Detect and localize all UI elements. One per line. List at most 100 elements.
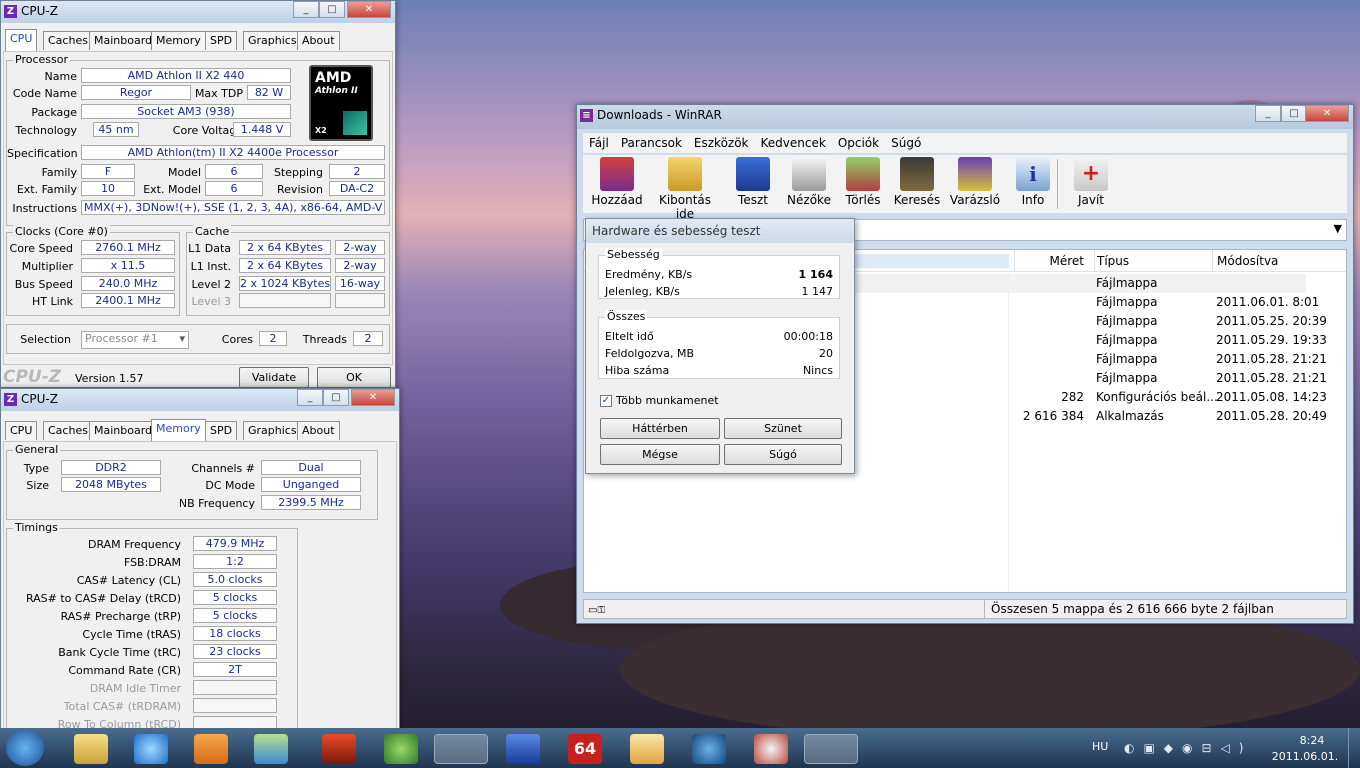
tool-test[interactable]: Teszt <box>725 155 781 207</box>
cancel-button[interactable]: Mégse <box>600 444 720 465</box>
maximize-button[interactable]: □ <box>323 389 349 406</box>
result-value: 1 164 <box>798 268 833 281</box>
pause-button[interactable]: Szünet <box>724 418 842 439</box>
revision-label: Revision <box>277 183 323 196</box>
level2-value: 2 x 1024 KBytes <box>239 276 331 291</box>
menu-help[interactable]: Súgó <box>891 133 921 153</box>
add-icon <box>600 157 634 191</box>
minimize-button[interactable]: _ <box>1255 105 1281 122</box>
tool-info[interactable]: i Info <box>1005 155 1061 207</box>
timing-value: 5 clocks <box>193 590 277 605</box>
tool-label: Nézőke <box>787 193 831 207</box>
window-title: Downloads - WinRAR <box>597 108 722 122</box>
menu-tools[interactable]: Eszközök <box>694 133 749 153</box>
size-column-header[interactable]: Méret <box>1014 250 1084 272</box>
minimize-button[interactable]: _ <box>297 389 323 406</box>
tool-extract[interactable]: Kibontás ide <box>649 155 721 221</box>
group-title: Timings <box>13 521 60 534</box>
clocks-group: Clocks (Core #0) Core Speed 2760.1 MHz M… <box>6 225 180 316</box>
tab-memory[interactable]: Memory <box>151 419 206 441</box>
tab-memory[interactable]: Memory <box>151 31 206 50</box>
tab-cpu[interactable]: CPU <box>5 421 38 440</box>
multithread-checkbox[interactable]: ✓ <box>600 395 612 407</box>
ok-button[interactable]: OK <box>317 367 391 388</box>
background-button[interactable]: Háttérben <box>600 418 720 439</box>
tab-mainboard[interactable]: Mainboard <box>89 31 158 50</box>
start-button[interactable] <box>6 730 44 766</box>
tool-view[interactable]: Nézőke <box>781 155 837 207</box>
tool-add[interactable]: Hozzáad <box>589 155 645 207</box>
tab-graphics[interactable]: Graphics <box>243 421 302 440</box>
threads-label: Threads <box>302 333 347 346</box>
size-value: 2048 MBytes <box>61 477 161 492</box>
level3-label: Level 3 <box>191 295 231 308</box>
processor-select[interactable]: Processor #1 ▾ <box>81 331 189 349</box>
tool-repair[interactable]: + Javít <box>1063 155 1119 207</box>
utorrent-icon[interactable] <box>384 734 418 764</box>
drive-key-icon[interactable]: ▭⚿ <box>588 602 614 616</box>
close-button[interactable]: ✕ <box>351 389 395 406</box>
total-group: Összes Eltelt idő 00:00:18 Feldolgozva, … <box>598 310 840 379</box>
cpuz-titlebar[interactable]: Z CPU-Z _ □ ✕ <box>1 389 399 411</box>
app-x-icon[interactable] <box>322 734 356 764</box>
memory-tab-panel: General Type DDR2 Size 2048 MBytes Chann… <box>3 441 397 734</box>
menu-options[interactable]: Opciók <box>838 133 879 153</box>
tab-about[interactable]: About <box>297 421 340 440</box>
tool-delete[interactable]: Törlés <box>835 155 891 207</box>
chrome-like-icon[interactable] <box>754 734 788 764</box>
media-player-icon[interactable] <box>194 734 228 764</box>
menu-bar: Fájl Parancsok Eszközök Kedvencek Opciók Súgó <box>583 133 1347 153</box>
64bit-app-icon[interactable]: 64 <box>568 734 602 764</box>
explorer-icon[interactable] <box>74 734 108 764</box>
menu-favorites[interactable]: Kedvencek <box>761 133 826 153</box>
clock-date[interactable]: 2011.06.01. <box>1270 750 1340 763</box>
menu-commands[interactable]: Parancsok <box>621 133 682 153</box>
help-button[interactable]: Súgó <box>724 444 842 465</box>
toolbar: Hozzáad Kibontás ide Teszt Nézőke Törlés… <box>583 155 1347 221</box>
tab-graphics[interactable]: Graphics <box>243 31 302 50</box>
maxtdp-label: Max TDP <box>194 87 243 100</box>
row-date: 2011.05.29. 19:33 <box>1216 333 1327 347</box>
spec-label: Specification <box>7 147 78 160</box>
tool-wizard[interactable]: Varázsló <box>943 155 1007 207</box>
minimize-button[interactable]: _ <box>293 1 319 18</box>
clock-time[interactable]: 8:24 <box>1282 734 1342 747</box>
tab-spd[interactable]: SPD <box>205 31 238 50</box>
maximize-button[interactable]: □ <box>1281 105 1307 122</box>
dialog-title[interactable]: Hardware és sebesség teszt <box>586 219 854 243</box>
cpu-tab-panel: Processor Name AMD Athlon II X2 440 Code… <box>3 51 393 365</box>
winrar-taskbar-icon[interactable] <box>434 734 488 764</box>
tool-find[interactable]: Keresés <box>889 155 945 207</box>
row-type: Fájlmappa <box>1096 371 1158 385</box>
tray-icons[interactable]: ◐▣◆◉⊟◁) <box>1124 741 1252 755</box>
save-icon[interactable] <box>506 734 540 764</box>
technology-value: 45 nm <box>93 122 139 137</box>
winrar-titlebar[interactable]: ≡ Downloads - WinRAR _ □ ✕ <box>577 105 1353 129</box>
internet-explorer-icon[interactable] <box>134 734 168 764</box>
menu-file[interactable]: Fájl <box>589 133 609 153</box>
google-earth-icon[interactable] <box>692 734 726 764</box>
cpuz-titlebar[interactable]: Z CPU-Z _ □ ✕ <box>1 1 395 23</box>
close-button[interactable]: ✕ <box>1305 105 1349 122</box>
tab-spd[interactable]: SPD <box>205 421 238 440</box>
language-indicator[interactable]: HU <box>1092 740 1108 753</box>
maximize-button[interactable]: □ <box>319 1 345 18</box>
chevron-down-icon[interactable]: ▼ <box>1334 222 1342 235</box>
validate-button[interactable]: Validate <box>239 367 309 388</box>
cpuz-taskbar-icon[interactable] <box>804 734 858 764</box>
mail-icon[interactable] <box>630 734 664 764</box>
name-column-header[interactable] <box>854 254 1009 268</box>
show-desktop-button[interactable] <box>1348 728 1360 768</box>
tab-cpu[interactable]: CPU <box>5 29 38 51</box>
modified-column-header[interactable]: Módosítva <box>1212 250 1312 272</box>
close-button[interactable]: ✕ <box>347 1 391 18</box>
tab-about[interactable]: About <box>297 31 340 50</box>
tab-mainboard[interactable]: Mainboard <box>89 421 158 440</box>
extmodel-value: 6 <box>205 181 263 196</box>
tab-caches[interactable]: Caches <box>43 31 93 50</box>
tab-caches[interactable]: Caches <box>43 421 93 440</box>
info-icon: i <box>1016 157 1050 191</box>
messenger-icon[interactable] <box>254 734 288 764</box>
type-column-header[interactable]: Típus <box>1094 250 1210 272</box>
status-bar: ▭⚿ Összesen 5 mappa és 2 616 666 byte 2 … <box>583 599 1347 619</box>
